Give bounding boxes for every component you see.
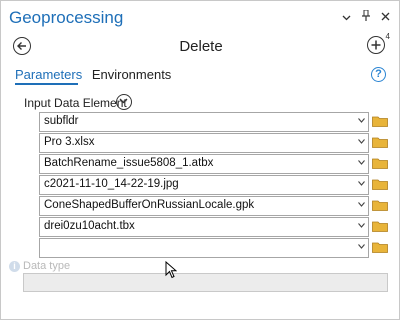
data-type-field <box>23 273 388 292</box>
tab-parameters[interactable]: Parameters <box>15 67 82 82</box>
collapse-chevron-icon[interactable] <box>116 94 132 110</box>
input-row-4[interactable]: c2021-11-10_14-22-19.jpg <box>39 175 369 195</box>
folder-icon[interactable] <box>372 115 388 127</box>
dropdown-caret-icon[interactable] <box>358 202 365 207</box>
input-row-empty[interactable] <box>39 238 369 258</box>
input-row-value: ConeShapedBufferOnRussianLocale.gpk <box>44 199 255 211</box>
input-row-3[interactable]: BatchRename_issue5808_1.atbx <box>39 154 369 174</box>
tab-environments[interactable]: Environments <box>92 67 171 82</box>
folder-icon[interactable] <box>372 178 388 190</box>
close-icon[interactable] <box>377 10 393 24</box>
tool-title: Delete <box>179 38 223 55</box>
help-icon[interactable]: ? <box>371 67 386 82</box>
options-chevron-icon[interactable] <box>338 10 354 24</box>
pin-icon[interactable] <box>358 9 374 24</box>
pane-title: Geoprocessing <box>9 8 124 27</box>
input-row-1[interactable]: subfldr <box>39 112 369 132</box>
mouse-cursor-icon <box>165 261 177 279</box>
dropdown-caret-icon[interactable] <box>358 160 365 165</box>
input-row-value: BatchRename_issue5808_1.atbx <box>44 157 214 169</box>
geoprocessing-pane: Geoprocessing Delete 4 Parameters Enviro… <box>0 0 400 320</box>
folder-icon[interactable] <box>372 220 388 232</box>
dropdown-caret-icon[interactable] <box>358 181 365 186</box>
folder-icon[interactable] <box>372 241 388 253</box>
info-icon: i <box>9 261 20 272</box>
input-row-value: subfldr <box>44 115 79 127</box>
dropdown-caret-icon[interactable] <box>358 139 365 144</box>
dropdown-caret-icon[interactable] <box>358 118 365 123</box>
add-icon <box>371 40 381 50</box>
folder-icon[interactable] <box>372 157 388 169</box>
add-button[interactable] <box>367 36 385 54</box>
titlebar-controls <box>338 9 393 24</box>
add-count-badge: 4 <box>385 32 390 41</box>
input-row-5[interactable]: ConeShapedBufferOnRussianLocale.gpk <box>39 196 369 216</box>
input-row-2[interactable]: Pro 3.xlsx <box>39 133 369 153</box>
input-row-6[interactable]: drei0zu10acht.tbx <box>39 217 369 237</box>
tab-bar: Parameters Environments <box>15 67 177 82</box>
input-row-value: Pro 3.xlsx <box>44 136 95 148</box>
data-type-label: Data type <box>23 260 71 272</box>
pane-titlebar: Geoprocessing <box>1 1 399 35</box>
dropdown-caret-icon[interactable] <box>358 223 365 228</box>
folder-icon[interactable] <box>372 199 388 211</box>
input-row-value: drei0zu10acht.tbx <box>44 220 135 232</box>
active-tab-indicator <box>15 83 78 85</box>
folder-icon[interactable] <box>372 136 388 148</box>
dropdown-caret-icon[interactable] <box>358 244 365 249</box>
input-row-value: c2021-11-10_14-22-19.jpg <box>44 178 179 190</box>
input-data-element-label: Input Data Element <box>24 96 127 110</box>
